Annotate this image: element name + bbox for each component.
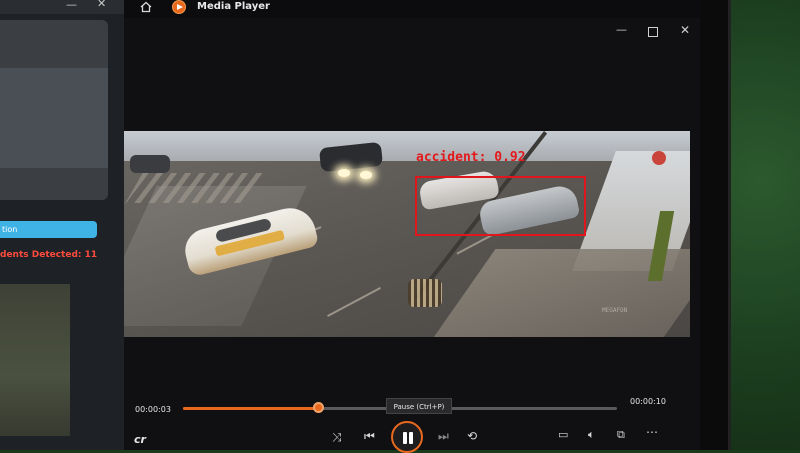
close-icon[interactable]: ✕ bbox=[680, 24, 690, 36]
total-time: 00:00:10 bbox=[630, 397, 666, 406]
video-snow-far bbox=[124, 131, 690, 161]
detection-app-panel bbox=[0, 20, 108, 200]
minimize-icon[interactable]: — bbox=[616, 24, 627, 36]
seek-bar-thumb[interactable] bbox=[312, 402, 324, 413]
detection-app-button[interactable]: tion bbox=[0, 221, 97, 238]
detection-app-minimize-icon[interactable]: — bbox=[66, 0, 77, 11]
maximize-icon[interactable] bbox=[648, 27, 658, 37]
video-sign bbox=[652, 151, 666, 165]
cast-icon[interactable]: ⧉ bbox=[617, 428, 625, 442]
more-icon[interactable]: ⋯ bbox=[646, 425, 658, 439]
video-car bbox=[130, 155, 170, 173]
video-headlight bbox=[360, 171, 372, 179]
volume-icon[interactable]: 🔈︎ bbox=[588, 428, 595, 442]
detection-app-thumbnail bbox=[0, 284, 70, 436]
detection-app-close-icon[interactable]: ✕ bbox=[97, 0, 106, 10]
app-logo-icon bbox=[172, 0, 186, 14]
accident-detection-box bbox=[415, 176, 586, 236]
window-title: Media Player bbox=[197, 1, 270, 12]
video-frame[interactable]: MEGAFON accident: 0.92 bbox=[124, 131, 690, 337]
media-player-window: Media Player — ✕ MEGAFON accident: 0.92 … bbox=[124, 0, 700, 453]
detection-app-window: — ✕ tion dents Detected: 11 bbox=[0, 0, 124, 450]
shuffle-icon[interactable]: ⤨ bbox=[332, 430, 342, 444]
pause-tooltip: Pause (Ctrl+P) bbox=[386, 398, 452, 414]
pause-button[interactable] bbox=[391, 421, 423, 453]
video-headlight bbox=[338, 169, 350, 177]
video-debris bbox=[408, 279, 442, 307]
video-crosswalk bbox=[125, 173, 263, 203]
miniplayer-icon[interactable]: ▭ bbox=[558, 428, 568, 442]
current-time: 00:00:03 bbox=[135, 405, 171, 414]
accident-detection-label: accident: 0.92 bbox=[416, 150, 526, 165]
detection-app-panel-inner bbox=[0, 68, 108, 168]
captions-button[interactable]: cr bbox=[134, 433, 146, 446]
media-player-titlebar: Media Player bbox=[124, 0, 700, 18]
seek-bar-progress bbox=[183, 407, 318, 410]
accidents-detected-count: dents Detected: 11 bbox=[0, 250, 98, 260]
previous-icon[interactable]: ⏮ bbox=[364, 429, 375, 443]
repeat-icon[interactable]: ⟲ bbox=[467, 429, 477, 443]
next-icon[interactable]: ⏭ bbox=[438, 429, 449, 443]
video-watermark: MEGAFON bbox=[602, 307, 628, 314]
home-icon[interactable] bbox=[140, 1, 152, 13]
